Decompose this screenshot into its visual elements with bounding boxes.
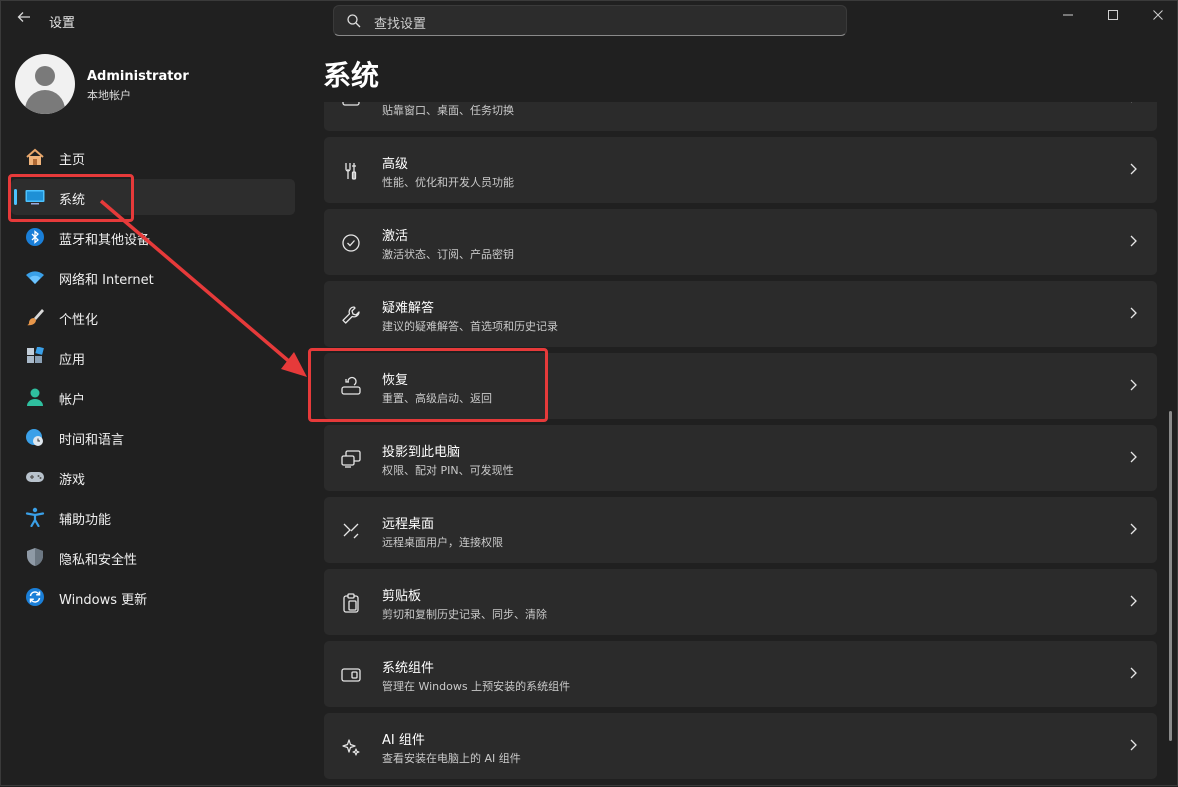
chevron-right-icon bbox=[1129, 521, 1139, 537]
sidebar-item-gaming[interactable]: 游戏 bbox=[11, 459, 295, 495]
card-remote-desktop[interactable]: 远程桌面 远程桌面用户，连接权限 bbox=[324, 497, 1157, 563]
card-subtitle: 远程桌面用户，连接权限 bbox=[382, 536, 503, 549]
minimize-button[interactable] bbox=[1045, 1, 1091, 29]
card-projection[interactable]: 投影到此电脑 权限、配对 PIN、可发现性 bbox=[324, 425, 1157, 491]
card-subtitle: 权限、配对 PIN、可发现性 bbox=[382, 464, 514, 477]
apps-icon bbox=[25, 346, 45, 367]
home-icon bbox=[25, 147, 45, 167]
sidebar-item-label: 个性化 bbox=[59, 313, 99, 328]
sidebar-item-label: Windows 更新 bbox=[59, 593, 148, 608]
chevron-right-icon bbox=[1129, 102, 1139, 105]
search-icon bbox=[346, 13, 362, 29]
chevron-right-icon bbox=[1129, 377, 1139, 393]
sidebar-item-label: 游戏 bbox=[59, 473, 86, 488]
gamepad-icon bbox=[25, 467, 45, 487]
sidebar-item-privacy[interactable]: 隐私和安全性 bbox=[11, 539, 295, 575]
card-activation[interactable]: 激活 激活状态、订阅、产品密钥 bbox=[324, 209, 1157, 275]
settings-window: 设置 查找设置 Administrator 本地帐户 主页 系统 蓝牙和其他设备… bbox=[0, 0, 1178, 786]
accessibility-icon bbox=[25, 507, 45, 528]
card-title: 远程桌面 bbox=[382, 517, 435, 532]
card-title: 激活 bbox=[382, 229, 409, 244]
brush-icon bbox=[25, 307, 45, 327]
chevron-right-icon bbox=[1129, 449, 1139, 465]
search-input[interactable]: 查找设置 bbox=[374, 13, 426, 32]
chevron-right-icon bbox=[1129, 593, 1139, 609]
sidebar-item-label: 帐户 bbox=[59, 393, 86, 408]
card-title: 投影到此电脑 bbox=[382, 445, 461, 460]
highlight-box-recovery bbox=[308, 348, 548, 422]
title-bar: 设置 查找设置 bbox=[1, 1, 1178, 41]
scrollbar[interactable] bbox=[1169, 411, 1172, 741]
remote-desktop-icon bbox=[340, 520, 362, 542]
chevron-right-icon bbox=[1129, 161, 1139, 177]
wifi-icon bbox=[25, 267, 45, 287]
sidebar-item-accessibility[interactable]: 辅助功能 bbox=[11, 499, 295, 535]
card-system-components[interactable]: 系统组件 管理在 Windows 上预安装的系统组件 bbox=[324, 641, 1157, 707]
card-title: 疑难解答 bbox=[382, 301, 435, 316]
sidebar-item-label: 蓝牙和其他设备 bbox=[59, 233, 151, 248]
update-icon bbox=[25, 587, 45, 607]
shield-icon bbox=[25, 547, 45, 567]
sidebar-item-label: 应用 bbox=[59, 353, 86, 368]
sidebar-item-label: 主页 bbox=[59, 153, 86, 168]
card-title: 剪贴板 bbox=[382, 589, 422, 604]
search-box[interactable]: 查找设置 bbox=[333, 5, 847, 36]
card-title: 高级 bbox=[382, 157, 409, 172]
projection-icon bbox=[340, 448, 362, 470]
card-subtitle: 激活状态、订阅、产品密钥 bbox=[382, 248, 514, 261]
sidebar-item-apps[interactable]: 应用 bbox=[11, 339, 295, 375]
card-subtitle: 性能、优化和开发人员功能 bbox=[382, 176, 514, 189]
sidebar-item-windows-update[interactable]: Windows 更新 bbox=[11, 579, 295, 615]
multitasking-icon bbox=[340, 102, 362, 110]
chevron-right-icon bbox=[1129, 665, 1139, 681]
card-subtitle: 建议的疑难解答、首选项和历史记录 bbox=[382, 320, 558, 333]
tools-icon bbox=[340, 160, 362, 182]
sidebar-item-accounts[interactable]: 帐户 bbox=[11, 379, 295, 415]
time-language-icon bbox=[25, 427, 45, 447]
sidebar-item-label: 网络和 Internet bbox=[59, 273, 154, 288]
check-circle-icon bbox=[340, 232, 362, 254]
sidebar-item-label: 辅助功能 bbox=[59, 513, 112, 528]
account-icon bbox=[25, 387, 45, 407]
highlight-box-system bbox=[8, 174, 134, 222]
bluetooth-icon bbox=[25, 227, 45, 247]
card-title: 系统组件 bbox=[382, 661, 435, 676]
chevron-right-icon bbox=[1129, 737, 1139, 753]
chevron-right-icon bbox=[1129, 233, 1139, 249]
maximize-button[interactable] bbox=[1090, 1, 1136, 29]
system-components-icon bbox=[340, 664, 362, 686]
card-title: AI 组件 bbox=[382, 733, 425, 748]
app-title: 设置 bbox=[49, 16, 76, 31]
card-subtitle: 贴靠窗口、桌面、任务切换 bbox=[382, 104, 514, 117]
card-clipboard[interactable]: 剪贴板 剪切和复制历史记录、同步、清除 bbox=[324, 569, 1157, 635]
wrench-icon bbox=[340, 304, 362, 326]
settings-list: 贴靠窗口、桌面、任务切换 高级 性能、优化和开发人员功能 激活 激活状态、订阅、… bbox=[324, 102, 1157, 787]
back-arrow-icon[interactable] bbox=[13, 9, 35, 31]
user-name: Administrator bbox=[87, 69, 189, 84]
page-title: 系统 bbox=[323, 59, 380, 92]
card-subtitle: 管理在 Windows 上预安装的系统组件 bbox=[382, 680, 571, 693]
account-type: 本地帐户 bbox=[87, 89, 131, 102]
card-subtitle: 剪切和复制历史记录、同步、清除 bbox=[382, 608, 547, 621]
card-troubleshoot[interactable]: 疑难解答 建议的疑难解答、首选项和历史记录 bbox=[324, 281, 1157, 347]
card-multitasking[interactable]: 贴靠窗口、桌面、任务切换 bbox=[324, 102, 1157, 131]
sidebar-item-home[interactable]: 主页 bbox=[11, 139, 295, 175]
close-button[interactable] bbox=[1135, 1, 1178, 29]
card-advanced[interactable]: 高级 性能、优化和开发人员功能 bbox=[324, 137, 1157, 203]
card-subtitle: 查看安装在电脑上的 AI 组件 bbox=[382, 752, 521, 765]
avatar bbox=[15, 54, 75, 114]
ai-sparkle-icon bbox=[340, 736, 362, 758]
card-ai-components[interactable]: AI 组件 查看安装在电脑上的 AI 组件 bbox=[324, 713, 1157, 779]
sidebar-item-label: 隐私和安全性 bbox=[59, 553, 138, 568]
sidebar-item-bluetooth[interactable]: 蓝牙和其他设备 bbox=[11, 219, 295, 255]
sidebar-item-personalization[interactable]: 个性化 bbox=[11, 299, 295, 335]
clipboard-icon bbox=[340, 592, 362, 614]
sidebar-item-label: 时间和语言 bbox=[59, 433, 125, 448]
chevron-right-icon bbox=[1129, 305, 1139, 321]
sidebar-item-time-language[interactable]: 时间和语言 bbox=[11, 419, 295, 455]
sidebar-item-network[interactable]: 网络和 Internet bbox=[11, 259, 295, 295]
